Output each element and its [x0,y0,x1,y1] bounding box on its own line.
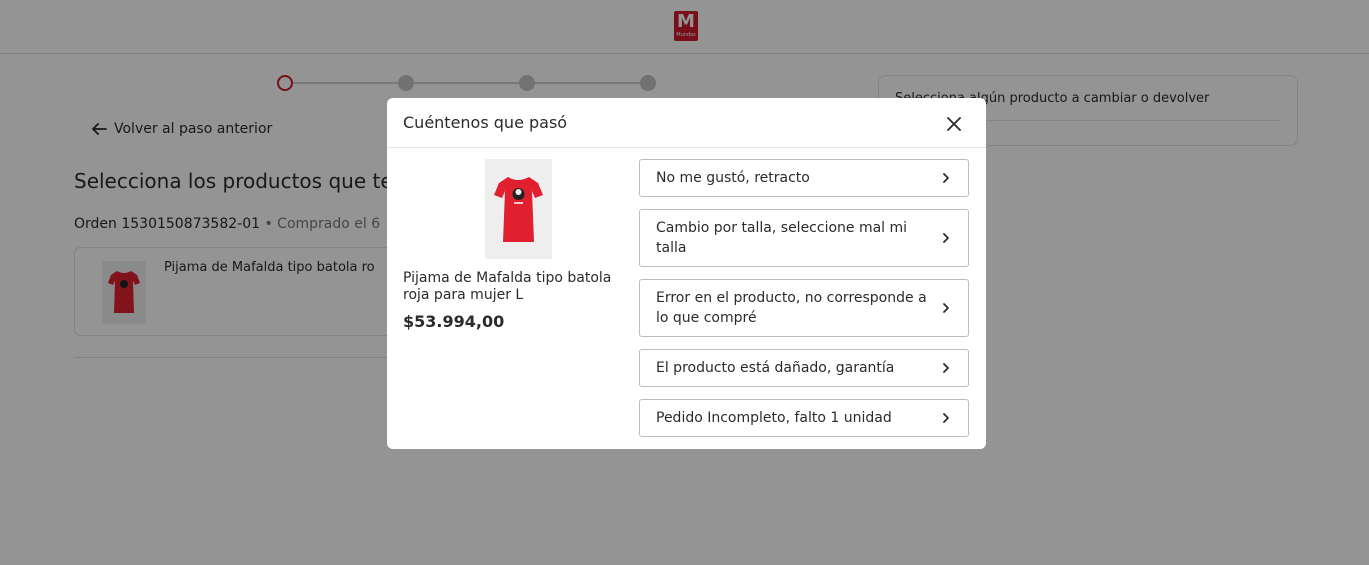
reason-option-talla[interactable]: Cambio por talla, seleccione mal mi tall… [639,209,969,267]
shirt-image [494,177,543,242]
close-button[interactable] [943,113,965,135]
reason-modal: Cuéntenos que pasó Pijama de Mafalda tip… [387,98,986,449]
reason-label: Error en el producto, no corresponde a l… [656,290,927,326]
modal-product-price: $53.994,00 [403,312,505,331]
reason-label: Cambio por talla, seleccione mal mi tall… [656,220,908,256]
reason-option-retracto[interactable]: No me gustó, retracto [639,159,969,197]
chevron-right-icon [943,173,949,183]
chevron-right-icon [943,363,949,373]
reason-label: Pedido Incompleto, falto 1 unidad [656,410,892,426]
close-icon [947,117,961,131]
reason-label: No me gustó, retracto [656,170,810,186]
reason-label: El producto está dañado, garantía [656,360,895,376]
modal-product-image [485,159,552,259]
chevron-right-icon [943,233,949,243]
modal-product-name: Pijama de Mafalda tipo batola roja para … [403,270,612,303]
chevron-right-icon [943,413,949,423]
modal-title: Cuéntenos que pasó [403,113,568,132]
modal-header: Cuéntenos que pasó [387,98,986,148]
reason-option-garantia[interactable]: El producto está dañado, garantía [639,349,969,387]
reason-option-incompleto[interactable]: Pedido Incompleto, falto 1 unidad [639,399,969,437]
chevron-right-icon [943,303,949,313]
reason-option-error[interactable]: Error en el producto, no corresponde a l… [639,279,969,337]
